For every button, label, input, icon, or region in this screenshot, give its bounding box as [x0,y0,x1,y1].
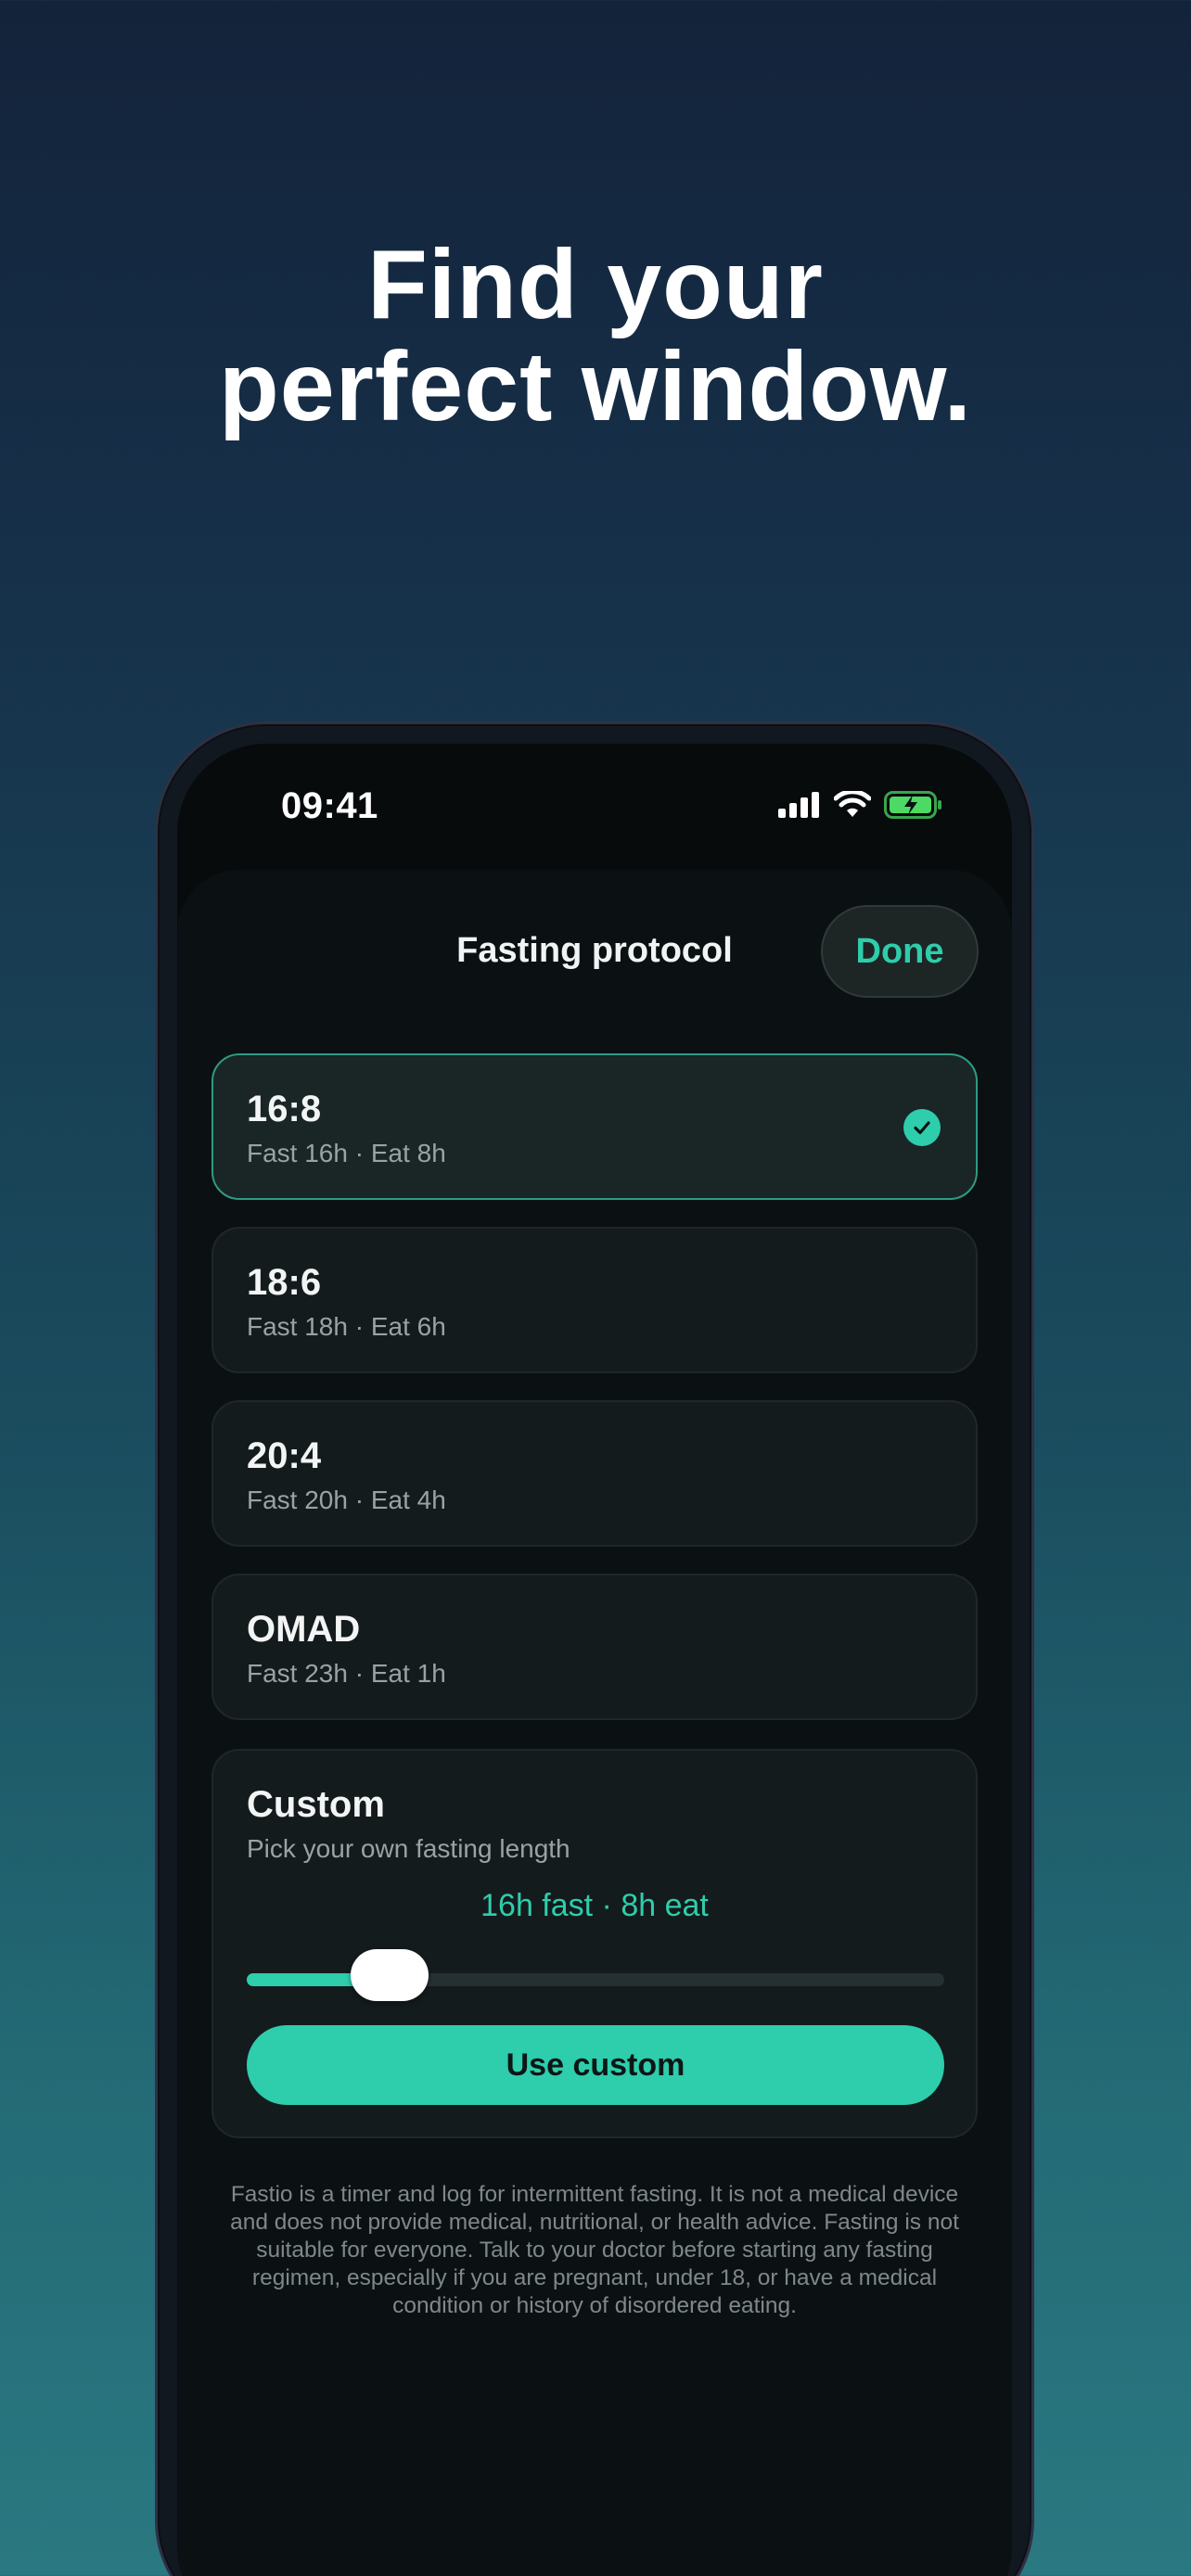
protocol-sheet: Fasting protocol Done 16:8 Fast 16h · Ea… [177,870,1012,2576]
protocol-option-20-4[interactable]: 20:4 Fast 20h · Eat 4h [211,1400,978,1547]
protocol-title: 16:8 [247,1089,322,1129]
headline-line-2: perfect window. [218,332,973,441]
phone-screen: 09:41 Fasting protocol Done 16:8 Fast 16… [177,744,1012,2576]
battery-charging-icon [884,791,941,819]
wifi-icon [834,791,871,817]
protocol-title: 20:4 [247,1435,322,1476]
fasting-length-slider[interactable] [247,1949,944,2001]
protocol-option-18-6[interactable]: 18:6 Fast 18h · Eat 6h [211,1227,978,1373]
medical-disclaimer: Fastio is a timer and log for intermitte… [230,2182,959,2318]
custom-value-label: 16h fast · 8h eat [480,1888,709,1923]
custom-protocol-card: Custom Pick your own fasting length 16h … [211,1749,978,2138]
protocol-title: 18:6 [247,1262,322,1303]
protocol-option-omad[interactable]: OMAD Fast 23h · Eat 1h [211,1574,978,1720]
protocol-title: OMAD [247,1609,361,1650]
custom-title: Custom [247,1784,385,1825]
checkmark-icon [903,1109,941,1146]
headline-line-1: Find your [367,230,824,339]
custom-subtitle: Pick your own fasting length [247,1834,570,1863]
protocol-subtitle: Fast 18h · Eat 6h [247,1312,446,1341]
use-custom-button[interactable]: Use custom [247,2025,944,2105]
protocol-option-16-8[interactable]: 16:8 Fast 16h · Eat 8h [211,1053,978,1200]
done-button[interactable]: Done [821,905,979,998]
protocol-subtitle: Fast 23h · Eat 1h [247,1659,446,1688]
slider-thumb[interactable] [351,1949,429,2001]
protocol-subtitle: Fast 20h · Eat 4h [247,1486,446,1514]
cellular-signal-icon [778,792,819,818]
protocol-subtitle: Fast 16h · Eat 8h [247,1139,446,1167]
status-icons [778,791,943,819]
headline: Find your perfect window. [0,234,1191,438]
status-time: 09:41 [281,785,378,826]
